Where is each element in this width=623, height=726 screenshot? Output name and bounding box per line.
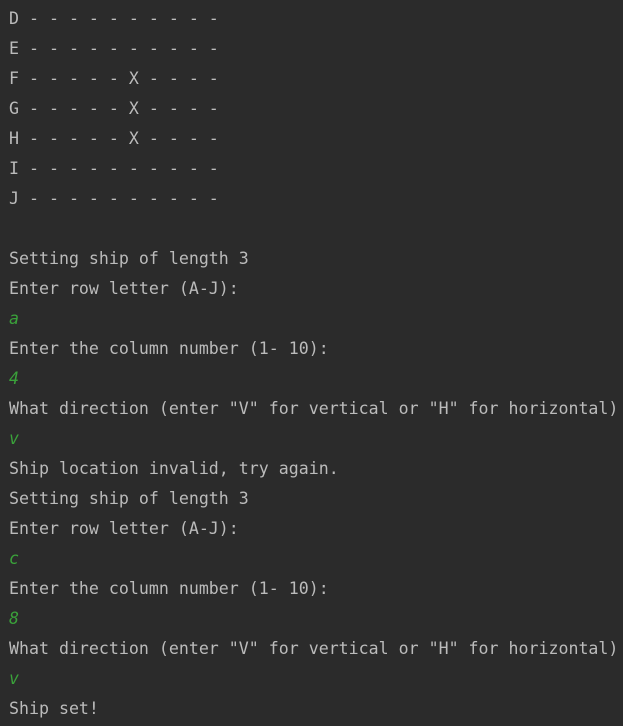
output-line: Enter the column number (1- 10): — [9, 579, 329, 598]
user-input-line: a — [9, 309, 19, 328]
user-input-line: 8 — [9, 609, 19, 628]
output-line: Setting ship of length 3 — [9, 249, 249, 268]
board-row-g: G - - - - - X - - - - — [9, 99, 219, 118]
output-line: Enter row letter (A-J): — [9, 519, 239, 538]
board-row-i: I - - - - - - - - - - — [9, 159, 219, 178]
output-line: Ship location invalid, try again. — [9, 459, 339, 478]
output-line: What direction (enter "V" for vertical o… — [9, 399, 619, 418]
output-line: What direction (enter "V" for vertical o… — [9, 639, 619, 658]
board-row-e: E - - - - - - - - - - — [9, 39, 219, 58]
console-output: D - - - - - - - - - - E - - - - - - - - … — [0, 0, 623, 726]
board-row-d: D - - - - - - - - - - — [9, 9, 219, 28]
board-row-f: F - - - - - X - - - - — [9, 69, 219, 88]
output-line: Setting ship of length 3 — [9, 489, 249, 508]
user-input-line: v — [9, 669, 19, 688]
output-line: Enter the column number (1- 10): — [9, 339, 329, 358]
user-input-line: v — [9, 429, 19, 448]
user-input-line: c — [9, 549, 19, 568]
board-row-h: H - - - - - X - - - - — [9, 129, 219, 148]
output-line: Enter row letter (A-J): — [9, 279, 239, 298]
output-line: Ship set! — [9, 699, 99, 718]
user-input-line: 4 — [9, 369, 19, 388]
board-row-j: J - - - - - - - - - - — [9, 189, 219, 208]
